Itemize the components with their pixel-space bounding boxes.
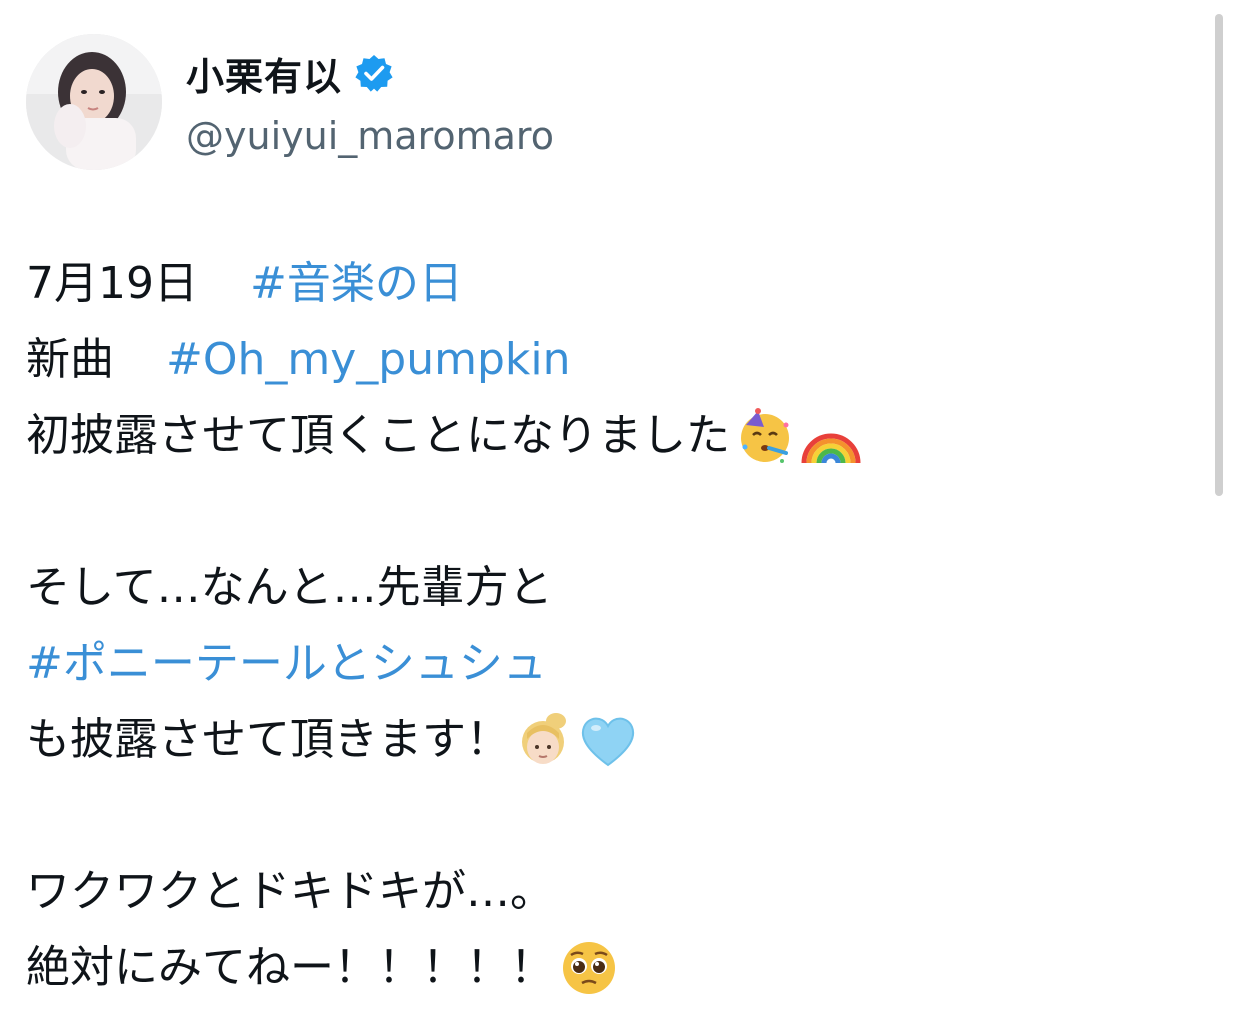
perform-text: も披露させて頂きます！ xyxy=(26,714,510,765)
pleading-face-emoji xyxy=(560,939,618,997)
tweet-line-new-song: 新曲 #Oh_my_pumpkin xyxy=(26,322,1196,398)
display-name[interactable]: 小栗有以 xyxy=(186,46,342,101)
date-text: 7月19日 xyxy=(26,258,198,309)
tweet-line-premiere: 初披露させて頂くことになりました xyxy=(26,398,1196,474)
new-song-label: 新曲 xyxy=(26,334,114,385)
tweet-line-watch: 絶対にみてねー！！！！！ xyxy=(26,930,1196,1006)
scrollbar[interactable] xyxy=(1215,14,1223,496)
rainbow-emoji xyxy=(800,407,862,465)
ponytail-woman-emoji xyxy=(516,711,572,769)
partying-face-emoji xyxy=(736,407,794,465)
user-handle[interactable]: @yuiyui_maromaro xyxy=(186,111,554,161)
tweet-page: 小栗有以 @yuiyui_maromaro 7月19日 #音楽の日 新曲 #Oh… xyxy=(0,0,1233,1024)
light-blue-heart-emoji xyxy=(578,711,638,769)
excitement-text: ワクワクとドキドキが…。 xyxy=(26,866,554,917)
tweet-line-excitement: ワクワクとドキドキが…。 xyxy=(26,854,1196,930)
avatar[interactable] xyxy=(26,34,162,170)
tweet-line-date: 7月19日 #音楽の日 xyxy=(26,246,1196,322)
tweet-line-ponytail-hashtag: #ポニーテールとシュシュ xyxy=(26,626,1196,702)
hashtag-oh-my-pumpkin[interactable]: #Oh_my_pumpkin xyxy=(166,322,571,398)
senpai-text: そして…なんと…先輩方と xyxy=(26,562,553,613)
tweet-line-senpai: そして…なんと…先輩方と xyxy=(26,550,1196,626)
verified-badge-icon xyxy=(354,53,394,93)
tweet-line-perform: も披露させて頂きます！ xyxy=(26,702,1196,778)
display-name-row: 小栗有以 xyxy=(186,43,554,103)
tweet-text: 7月19日 #音楽の日 新曲 #Oh_my_pumpkin 初披露させて頂くこと… xyxy=(26,246,1196,1006)
tweet-header: 小栗有以 @yuiyui_maromaro xyxy=(26,34,554,170)
watch-text: 絶対にみてねー！！！！！ xyxy=(26,942,554,993)
premiere-text: 初披露させて頂くことになりました xyxy=(26,410,730,461)
user-names: 小栗有以 @yuiyui_maromaro xyxy=(186,43,554,161)
hashtag-ongaku-no-hi[interactable]: #音楽の日 xyxy=(250,246,463,322)
hashtag-ponytail-to-shushu[interactable]: #ポニーテールとシュシュ xyxy=(26,626,547,702)
